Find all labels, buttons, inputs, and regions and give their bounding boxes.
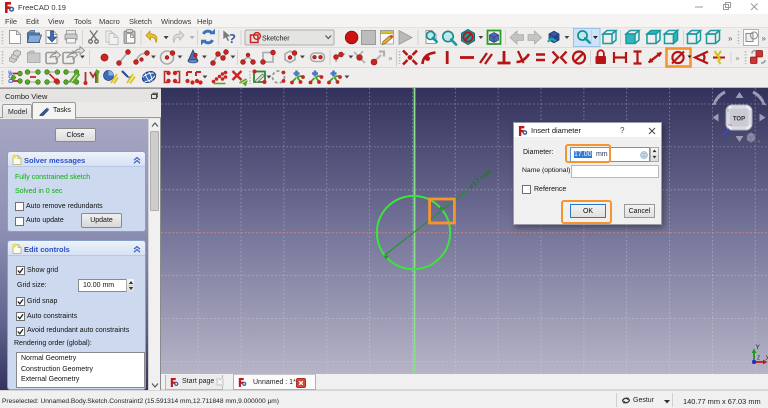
svg-text:Y: Y	[756, 344, 761, 351]
svg-text:Z: Z	[757, 356, 760, 362]
svg-text:TOP: TOP	[733, 117, 745, 123]
